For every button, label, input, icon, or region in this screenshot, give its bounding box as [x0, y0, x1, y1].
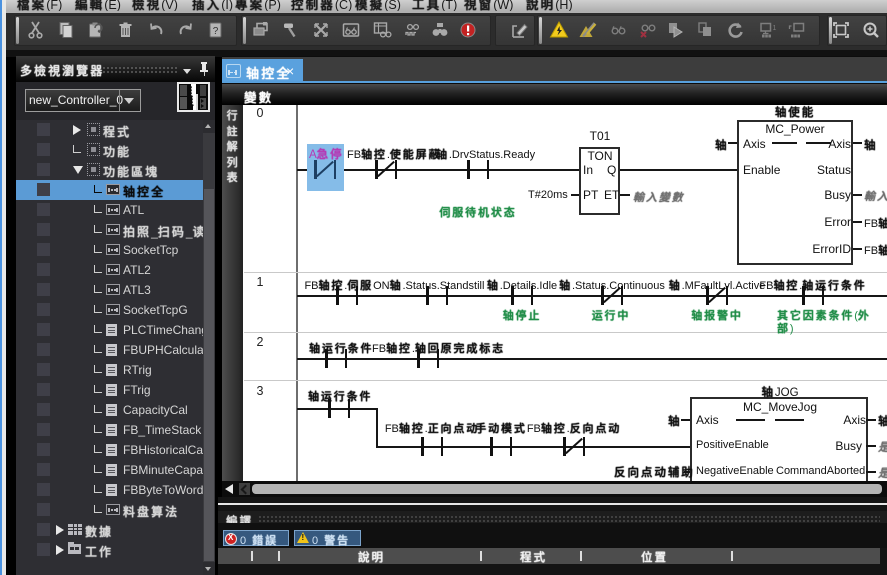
- svg-text:1: 1: [773, 25, 777, 32]
- svg-text:?: ?: [213, 26, 219, 37]
